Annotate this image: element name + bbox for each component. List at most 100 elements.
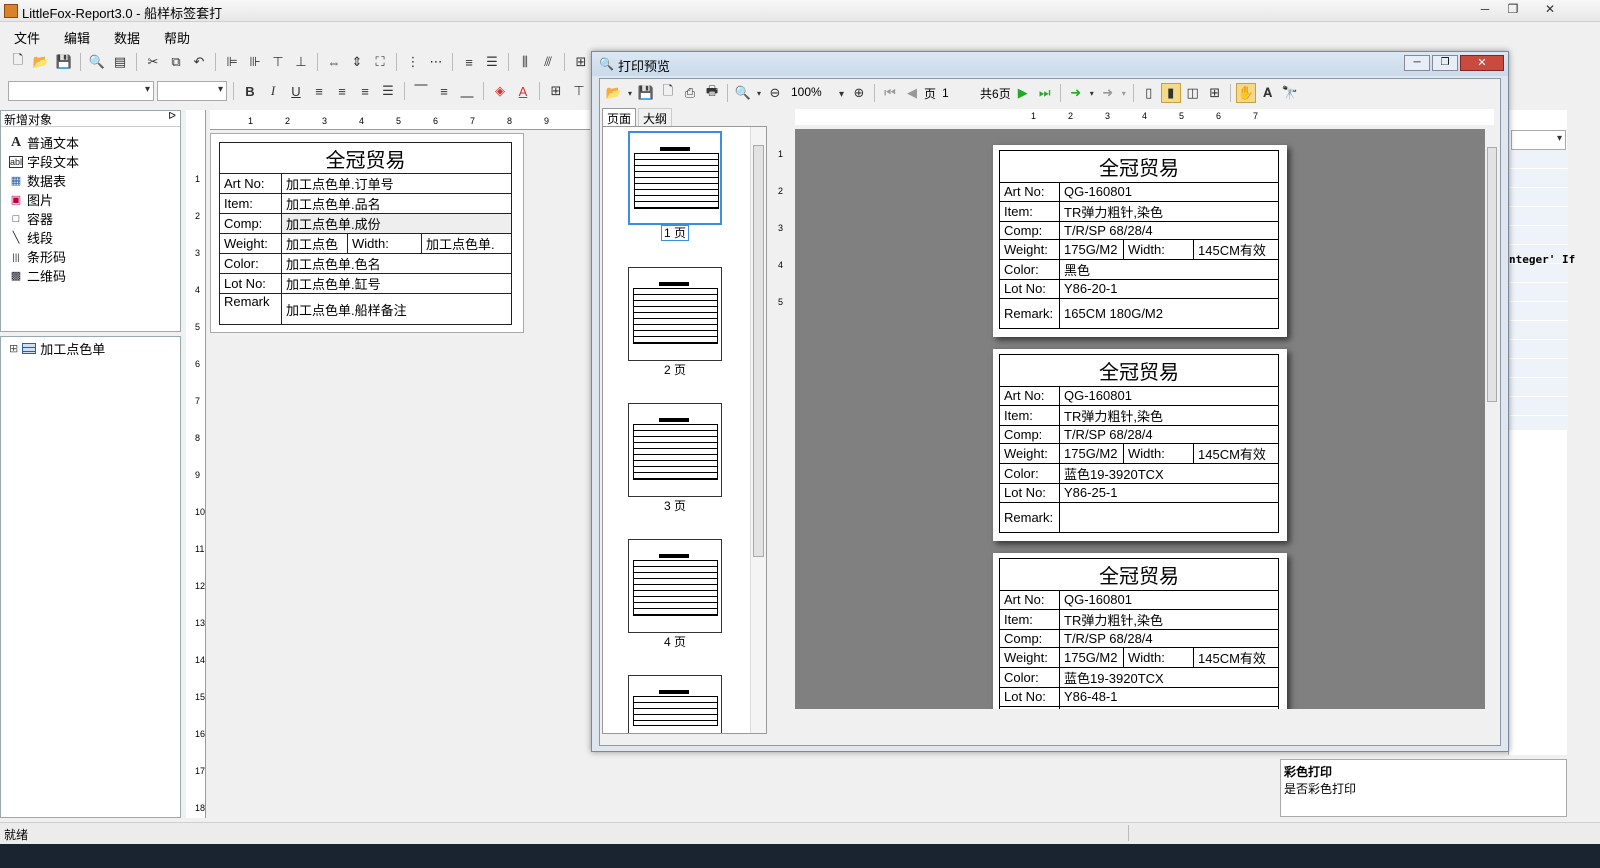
valign-middle-icon[interactable]: ≡ <box>434 81 454 101</box>
design-label-remark[interactable]: Remark <box>219 293 282 325</box>
go-forward-icon[interactable]: ➜ <box>1066 83 1086 103</box>
close-button[interactable]: ✕ <box>1530 0 1570 18</box>
design-canvas[interactable]: 全冠贸易 Art No: 加工点色单.订单号 Item: 加工点色单.品名 Comp… <box>210 133 524 333</box>
single-page-icon[interactable]: ▯ <box>1139 83 1159 103</box>
center-h-icon[interactable]: ⋮ <box>403 52 423 72</box>
minimize-button[interactable]: ─ <box>1472 0 1498 18</box>
thumbnail-scrollbar[interactable] <box>750 127 766 733</box>
object-item-qrcode[interactable]: ▩ 二维码 <box>1 266 180 285</box>
font-name-select[interactable] <box>8 81 154 101</box>
distribute-v-icon[interactable]: ⫻ <box>538 52 558 72</box>
underline-icon[interactable]: U <box>286 81 306 101</box>
menu-edit[interactable]: 编辑 <box>50 26 100 47</box>
object-item-table[interactable]: ▦ 数据表 <box>1 171 180 190</box>
design-label-color[interactable]: Color: <box>219 253 282 274</box>
last-page-icon[interactable]: ⏭ <box>1035 83 1055 103</box>
design-field-item[interactable]: 加工点色单.品名 <box>281 193 512 214</box>
text-select-icon[interactable]: 𝐀 <box>1258 83 1278 103</box>
design-field-lot[interactable]: 加工点色单.缸号 <box>281 273 512 294</box>
design-title[interactable]: 全冠贸易 <box>219 142 512 174</box>
design-label-item[interactable]: Item: <box>219 193 282 214</box>
preview-maximize-button[interactable]: ❐ <box>1432 55 1458 71</box>
design-label-weight[interactable]: Weight: <box>219 233 282 254</box>
preview-h-scrollbar[interactable] <box>795 709 1494 723</box>
open-icon[interactable]: 📂 <box>604 83 624 103</box>
object-item-text[interactable]: A 普通文本 <box>1 133 180 152</box>
font-color-icon[interactable]: A <box>513 81 533 101</box>
bold-icon[interactable]: B <box>240 81 260 101</box>
property-object-select[interactable] <box>1511 130 1566 150</box>
object-item-line[interactable]: ╲ 线段 <box>1 228 180 247</box>
align-left-icon[interactable]: ⊫ <box>222 52 242 72</box>
chevron-down-icon[interactable]: ▾ <box>1088 83 1096 103</box>
undo-icon[interactable]: ↶ <box>189 52 209 72</box>
center-v-icon[interactable]: ⋯ <box>426 52 446 72</box>
italic-icon[interactable]: I <box>263 81 283 101</box>
menu-file[interactable]: 文件 <box>0 26 50 47</box>
print-setup-icon[interactable]: ⎙ <box>680 83 700 103</box>
hand-tool-icon[interactable]: ✋ <box>1235 83 1256 103</box>
thumbnail-page[interactable] <box>628 539 722 633</box>
valign-top-icon[interactable]: ⎺ <box>411 81 431 101</box>
go-back-icon[interactable]: ➜ <box>1098 83 1118 103</box>
bring-front-icon[interactable]: ⊞ <box>571 52 591 72</box>
menu-data[interactable]: 数据 <box>100 26 150 47</box>
scrollbar-thumb[interactable] <box>753 145 764 557</box>
text-align-right-icon[interactable]: ≡ <box>355 81 375 101</box>
tab-outline[interactable]: 大纲 <box>638 108 673 126</box>
preview-page-area[interactable]: 全冠贸易 Art No: QG-160801 Item: TR弹力粗针,染色 Comp: T… <box>795 129 1494 709</box>
thumbnail-page[interactable] <box>628 267 722 361</box>
design-field-width[interactable]: 加工点色单. <box>421 233 512 254</box>
save-icon[interactable]: 💾 <box>636 83 656 103</box>
align-right-icon[interactable]: ⊪ <box>245 52 265 72</box>
prev-page-icon[interactable]: ◀ <box>902 83 922 103</box>
print-icon[interactable]: 🖶 <box>702 83 722 103</box>
continuous-page-icon[interactable]: ▮ <box>1160 83 1181 103</box>
border-top-icon[interactable]: ⊤ <box>569 81 589 101</box>
zoom-select[interactable]: 100% <box>787 83 847 104</box>
new-icon[interactable]: 🗋 <box>8 52 28 72</box>
design-field-remark[interactable]: 加工点色单.船样备注 <box>281 293 512 325</box>
design-label-lot[interactable]: Lot No: <box>219 273 282 294</box>
object-item-barcode[interactable]: ||| 条形码 <box>1 247 180 266</box>
border-icon[interactable]: ⊞ <box>546 81 566 101</box>
preview-v-scrollbar[interactable] <box>1485 129 1499 709</box>
export-icon[interactable]: 🗋 <box>658 83 678 103</box>
thumbnail-page[interactable] <box>628 131 722 225</box>
save-icon[interactable]: 💾 <box>54 52 74 72</box>
multi-page-icon[interactable]: ⊞ <box>1205 83 1225 103</box>
text-justify-icon[interactable]: ☰ <box>378 81 398 101</box>
preview-close-button[interactable]: ✕ <box>1460 55 1504 71</box>
maximize-button[interactable]: ❐ <box>1500 0 1526 18</box>
copy-icon[interactable]: ⧉ <box>166 52 186 72</box>
design-field-color[interactable]: 加工点色单.色名 <box>281 253 512 274</box>
chevron-down-icon[interactable]: ▾ <box>755 83 763 103</box>
pin-icon[interactable]: ᐅ <box>168 111 176 122</box>
object-item-container[interactable]: □ 容器 <box>1 209 180 228</box>
first-page-icon[interactable]: ⏮ <box>880 83 900 103</box>
cut-icon[interactable]: ✂ <box>143 52 163 72</box>
menu-help[interactable]: 帮助 <box>150 26 200 47</box>
same-width-icon[interactable]: ⇔ <box>324 52 344 72</box>
zoom-in-icon[interactable]: ⊕ <box>849 83 869 103</box>
thumbnail-page[interactable] <box>628 403 722 497</box>
property-grid[interactable] <box>1509 150 1568 430</box>
text-align-center-icon[interactable]: ≡ <box>332 81 352 101</box>
design-label-art[interactable]: Art No: <box>219 173 282 194</box>
page-setup-icon[interactable]: ▤ <box>110 52 130 72</box>
zoom-icon[interactable]: 🔍 <box>733 83 753 103</box>
distribute-h-icon[interactable]: ⫼ <box>515 52 535 72</box>
same-size-icon[interactable]: ⛶ <box>370 52 390 72</box>
chevron-down-icon[interactable]: ▾ <box>626 83 634 103</box>
align-bottom-icon[interactable]: ⊥ <box>291 52 311 72</box>
align-top-icon[interactable]: ⊤ <box>268 52 288 72</box>
expand-icon[interactable]: ⊞ <box>9 342 18 355</box>
design-label-width[interactable]: Width: <box>347 233 422 254</box>
chevron-down-icon[interactable]: ▾ <box>1120 83 1128 103</box>
design-field-comp[interactable]: 加工点色单.成份 <box>281 213 512 234</box>
font-size-select[interactable] <box>157 81 227 101</box>
open-icon[interactable]: 📂 <box>31 52 51 72</box>
fill-color-icon[interactable]: ◈ <box>490 81 510 101</box>
tab-pages[interactable]: 页面 <box>602 108 637 126</box>
page-number-input[interactable]: 1 <box>938 84 978 102</box>
